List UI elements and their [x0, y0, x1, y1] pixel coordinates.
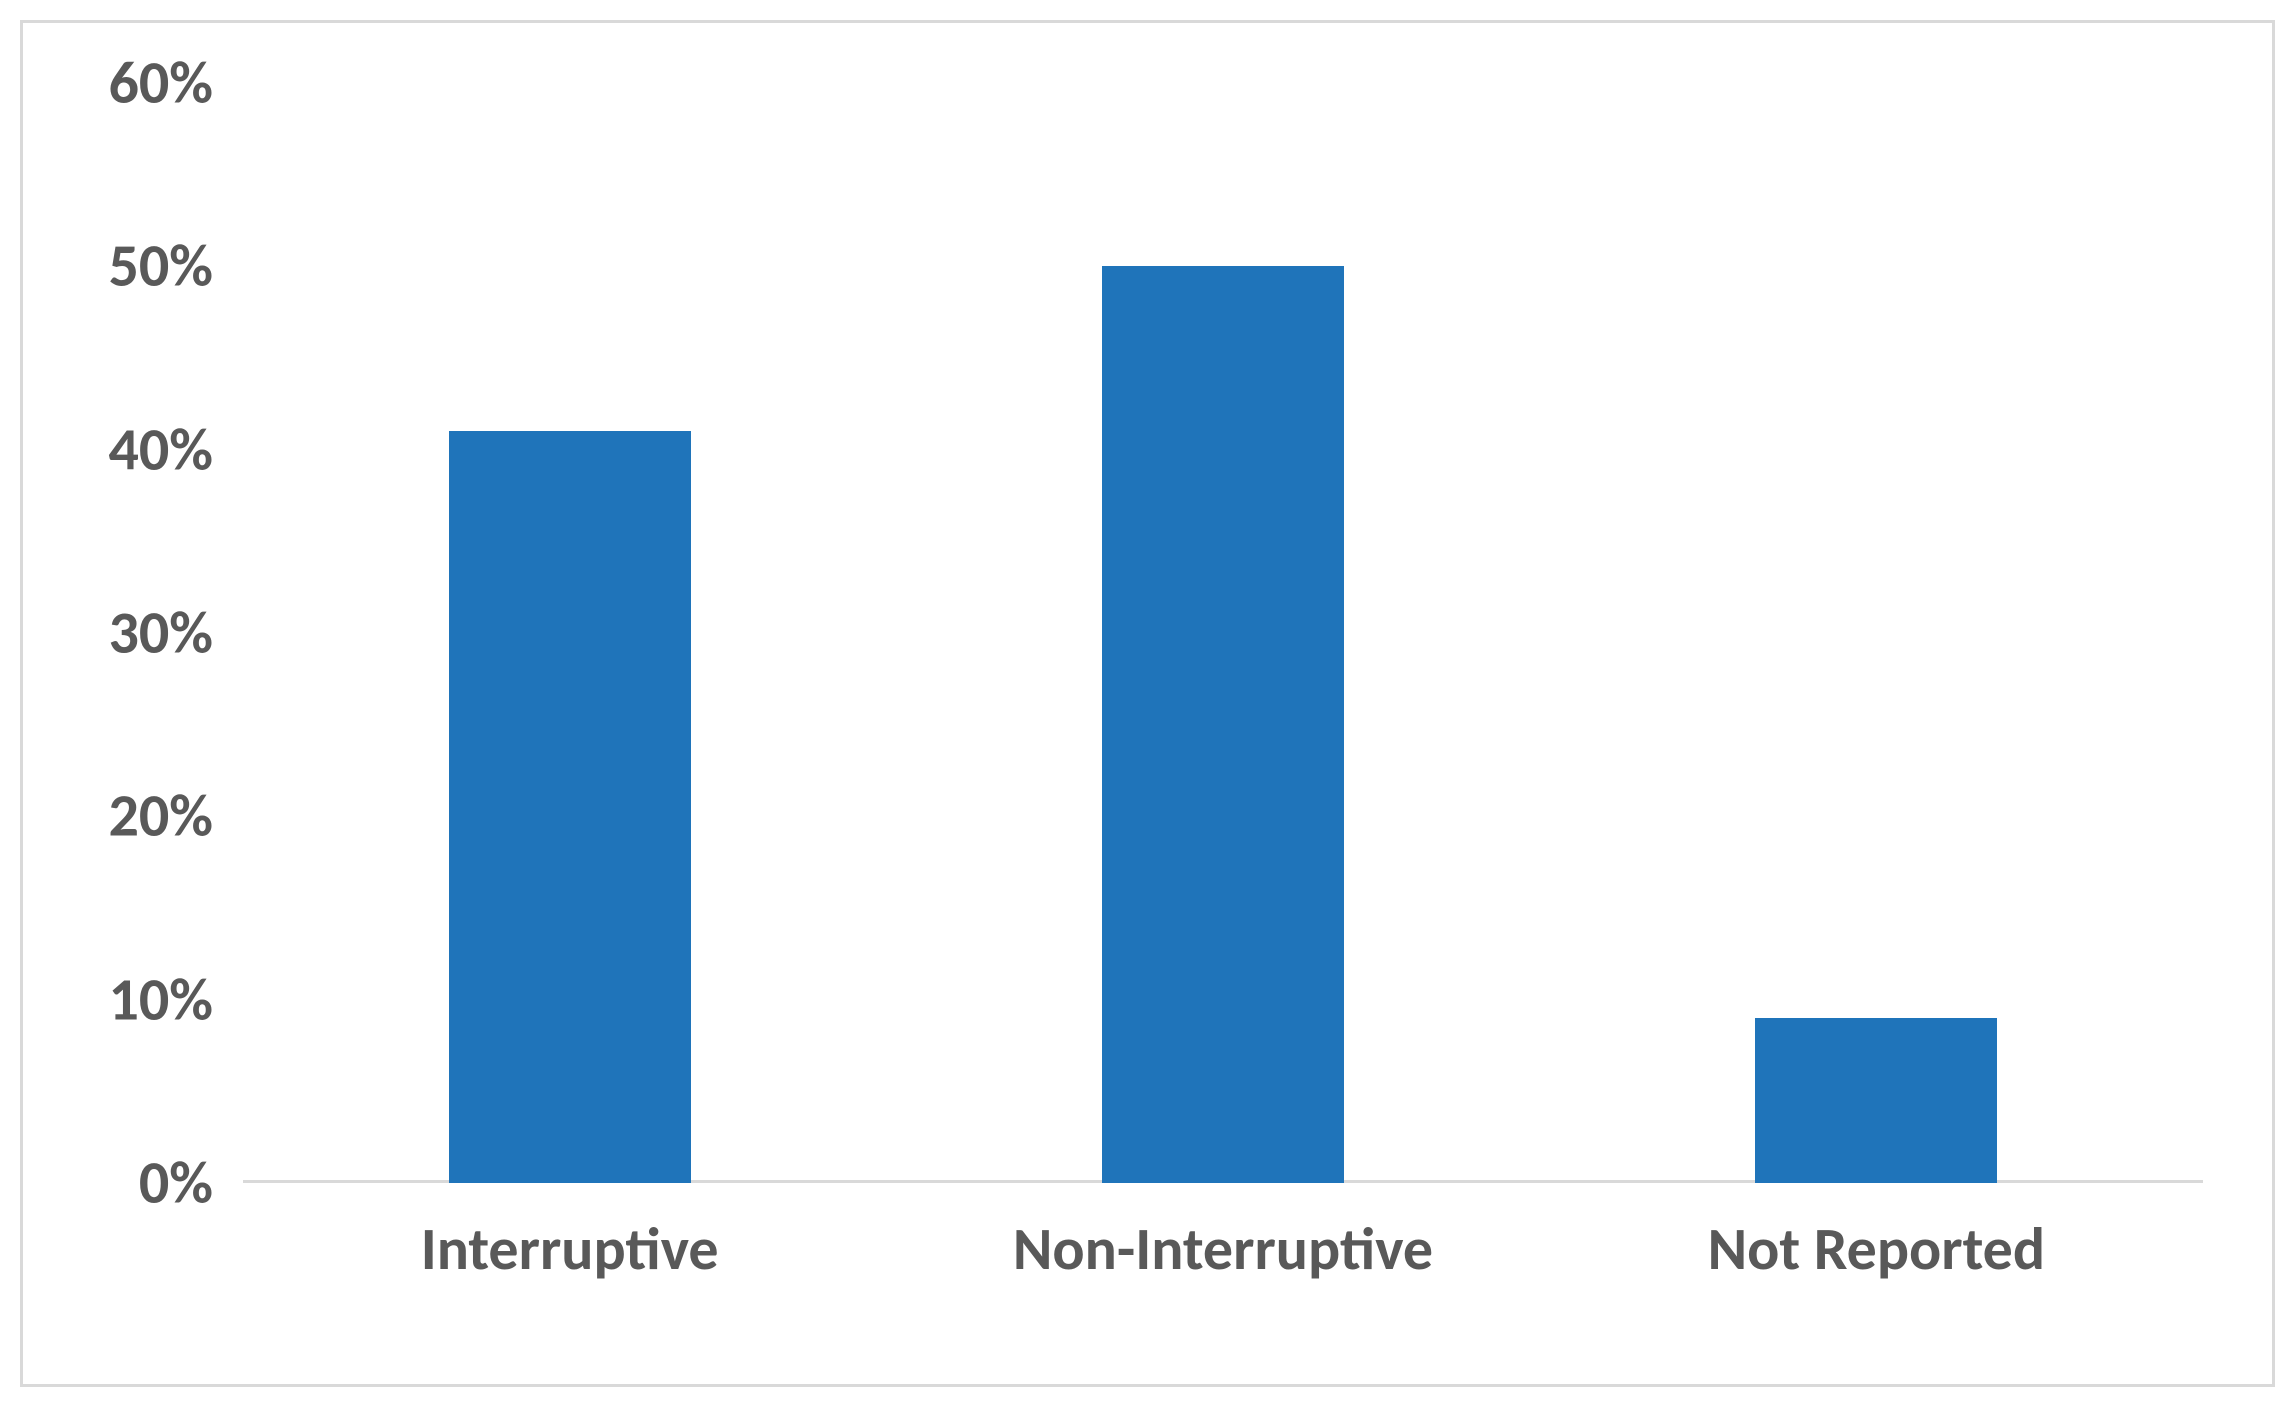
chart-frame: 0% 10% 20% 30% 40% 50% 60% Interruptive Non-Inte…: [20, 20, 2275, 1387]
bar: [1102, 266, 1344, 1183]
y-tick-label: 40%: [108, 413, 213, 486]
y-tick-label: 50%: [108, 230, 213, 303]
bar: [1755, 1018, 1997, 1183]
x-tick-label: Non-Interruptive: [1013, 1213, 1433, 1286]
y-tick-label: 10%: [108, 963, 213, 1036]
y-tick-label: 0%: [139, 1147, 213, 1220]
x-tick-label: Interruptive: [421, 1213, 719, 1286]
plot-area: 0%10%20%30%40%50%60%InterruptiveNon-Inte…: [243, 83, 2203, 1183]
y-tick-label: 20%: [108, 780, 213, 853]
y-tick-label: 60%: [108, 47, 213, 120]
x-tick-label: Not Reported: [1708, 1213, 2046, 1286]
bar: [449, 431, 691, 1183]
y-tick-label: 30%: [108, 597, 213, 670]
